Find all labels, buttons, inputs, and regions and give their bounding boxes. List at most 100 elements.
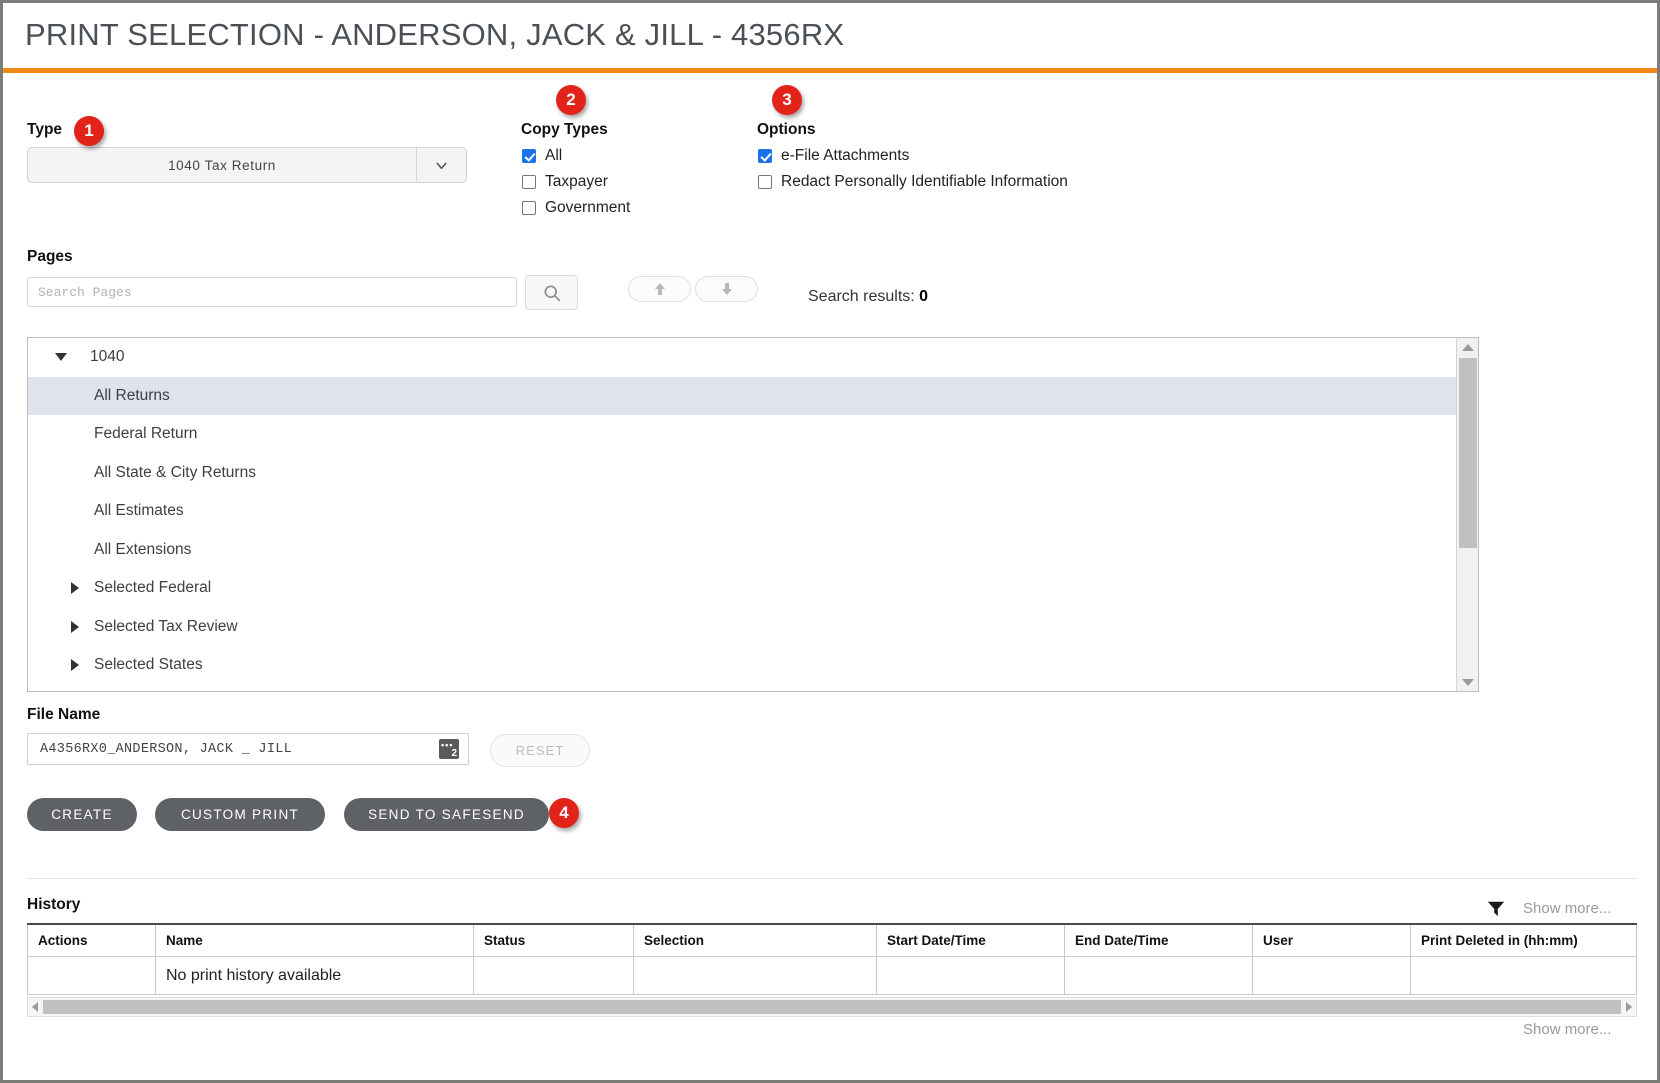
accent-rule — [3, 68, 1657, 73]
table-header-row: Actions Name Status Selection Start Date… — [28, 924, 1637, 957]
cell-user — [1253, 957, 1411, 995]
tree-node-all-state-city-returns[interactable]: All State & City Returns — [28, 454, 1456, 493]
app-window: PRINT SELECTION - ANDERSON, JACK & JILL … — [0, 0, 1660, 1083]
tree-node-selected-states[interactable]: Selected States — [28, 646, 1456, 685]
copy-type-taxpayer[interactable]: Taxpayer — [522, 173, 608, 191]
type-dropdown-value: 1040 Tax Return — [28, 148, 416, 182]
scroll-right-arrow-icon[interactable] — [1622, 1002, 1636, 1012]
pages-tree: 1040 All Returns Federal Return All Stat… — [27, 337, 1479, 692]
tree-node-all-returns[interactable]: All Returns — [28, 377, 1456, 416]
checkbox-government[interactable] — [522, 201, 536, 215]
copy-type-government-label: Government — [545, 199, 630, 217]
col-status[interactable]: Status — [474, 924, 634, 957]
checkbox-redact-pii[interactable] — [758, 175, 772, 189]
checkbox-taxpayer[interactable] — [522, 175, 536, 189]
scroll-up-arrow-icon[interactable] — [1457, 338, 1479, 356]
tree-node-label: All Extensions — [72, 541, 191, 559]
tree-node-label: All Estimates — [72, 502, 184, 520]
send-to-safesend-button[interactable]: SEND TO SAFESEND — [344, 798, 549, 831]
cell-status — [474, 957, 634, 995]
col-user[interactable]: User — [1253, 924, 1411, 957]
copy-type-all[interactable]: All — [522, 147, 562, 165]
search-results-count: 0 — [919, 288, 928, 305]
history-label: History — [27, 896, 80, 914]
show-more-top-link[interactable]: Show more... — [1523, 900, 1611, 917]
callout-badge-3: 3 — [772, 85, 802, 115]
tree-node-label: Selected Tax Review — [86, 618, 238, 636]
tree-node-all-extensions[interactable]: All Extensions — [28, 531, 1456, 570]
section-divider — [27, 878, 1637, 879]
scroll-down-arrow-icon[interactable] — [1457, 673, 1479, 691]
history-table-wrapper: Actions Name Status Selection Start Date… — [27, 923, 1637, 995]
type-dropdown[interactable]: 1040 Tax Return — [27, 147, 467, 183]
type-label: Type — [27, 121, 62, 139]
search-pages-input[interactable] — [27, 277, 517, 307]
twisty-right-icon[interactable] — [64, 659, 86, 671]
copy-type-all-label: All — [545, 147, 562, 165]
chevron-down-icon[interactable] — [416, 148, 466, 182]
tree-node-selected-tax-review[interactable]: Selected Tax Review — [28, 608, 1456, 647]
options-label: Options — [757, 121, 816, 139]
callout-badge-2: 2 — [556, 85, 586, 115]
callout-badge-1: 1 — [74, 116, 104, 146]
cell-end-date-time — [1065, 957, 1253, 995]
checkbox-efile-attachments[interactable] — [758, 149, 772, 163]
pages-label: Pages — [27, 248, 73, 266]
scroll-left-arrow-icon[interactable] — [28, 1002, 42, 1012]
twisty-right-icon[interactable] — [64, 621, 86, 633]
tree-vertical-scrollbar[interactable] — [1456, 338, 1478, 691]
copy-types-label: Copy Types — [521, 121, 608, 139]
keyboard-numpad-icon[interactable]: ••• 2 — [439, 739, 459, 759]
file-name-input[interactable] — [27, 733, 469, 765]
hscrollbar-thumb[interactable] — [43, 1000, 1621, 1014]
col-selection[interactable]: Selection — [634, 924, 877, 957]
tree-node-label: 1040 — [72, 348, 124, 366]
reset-button[interactable]: RESET — [490, 734, 590, 767]
option-efile-attachments-label: e-File Attachments — [781, 147, 909, 165]
filter-icon[interactable] — [1487, 900, 1505, 918]
col-end-date-time[interactable]: End Date/Time — [1065, 924, 1253, 957]
col-actions[interactable]: Actions — [28, 924, 156, 957]
tree-node-selected-federal[interactable]: Selected Federal — [28, 569, 1456, 608]
pages-tree-list: 1040 All Returns Federal Return All Stat… — [28, 338, 1456, 691]
cell-start-date-time — [877, 957, 1065, 995]
col-name[interactable]: Name — [156, 924, 474, 957]
show-more-bottom-link[interactable]: Show more... — [1523, 1021, 1611, 1038]
callout-badge-4: 4 — [549, 798, 579, 828]
tree-node-label: Selected Federal — [86, 579, 211, 597]
col-start-date-time[interactable]: Start Date/Time — [877, 924, 1065, 957]
search-next-button[interactable] — [695, 276, 758, 302]
tree-node-label: Selected States — [86, 656, 203, 674]
cell-print-deleted-in — [1411, 957, 1637, 995]
tree-node-label: All State & City Returns — [72, 464, 256, 482]
create-button[interactable]: CREATE — [27, 798, 137, 831]
history-horizontal-scrollbar[interactable] — [27, 997, 1637, 1017]
twisty-right-icon[interactable] — [64, 582, 86, 594]
cell-selection — [634, 957, 877, 995]
cell-actions — [28, 957, 156, 995]
search-prev-button[interactable] — [628, 276, 691, 302]
header-bar: PRINT SELECTION - ANDERSON, JACK & JILL … — [3, 3, 1657, 67]
tree-node-label: All Returns — [72, 387, 170, 405]
option-redact-pii-label: Redact Personally Identifiable Informati… — [781, 173, 1068, 191]
search-results-status: Search results: 0 — [808, 288, 928, 306]
copy-type-taxpayer-label: Taxpayer — [545, 173, 608, 191]
tree-node-label: Federal Return — [72, 425, 197, 443]
col-print-deleted-in[interactable]: Print Deleted in (hh:mm) — [1411, 924, 1637, 957]
custom-print-button[interactable]: CUSTOM PRINT — [155, 798, 325, 831]
tree-node-1040[interactable]: 1040 — [28, 338, 1456, 377]
tree-node-all-estimates[interactable]: All Estimates — [28, 492, 1456, 531]
option-redact-pii[interactable]: Redact Personally Identifiable Informati… — [758, 173, 1068, 191]
history-table: Actions Name Status Selection Start Date… — [27, 923, 1637, 995]
table-row: No print history available — [28, 957, 1637, 995]
copy-type-government[interactable]: Government — [522, 199, 630, 217]
scrollbar-thumb[interactable] — [1459, 358, 1477, 548]
tree-node-federal-return[interactable]: Federal Return — [28, 415, 1456, 454]
twisty-down-icon[interactable] — [50, 353, 72, 361]
search-results-label: Search results: — [808, 288, 915, 305]
option-efile-attachments[interactable]: e-File Attachments — [758, 147, 909, 165]
search-button[interactable] — [525, 275, 578, 310]
checkbox-all[interactable] — [522, 149, 536, 163]
file-name-label: File Name — [27, 706, 100, 724]
cell-name: No print history available — [156, 957, 474, 995]
